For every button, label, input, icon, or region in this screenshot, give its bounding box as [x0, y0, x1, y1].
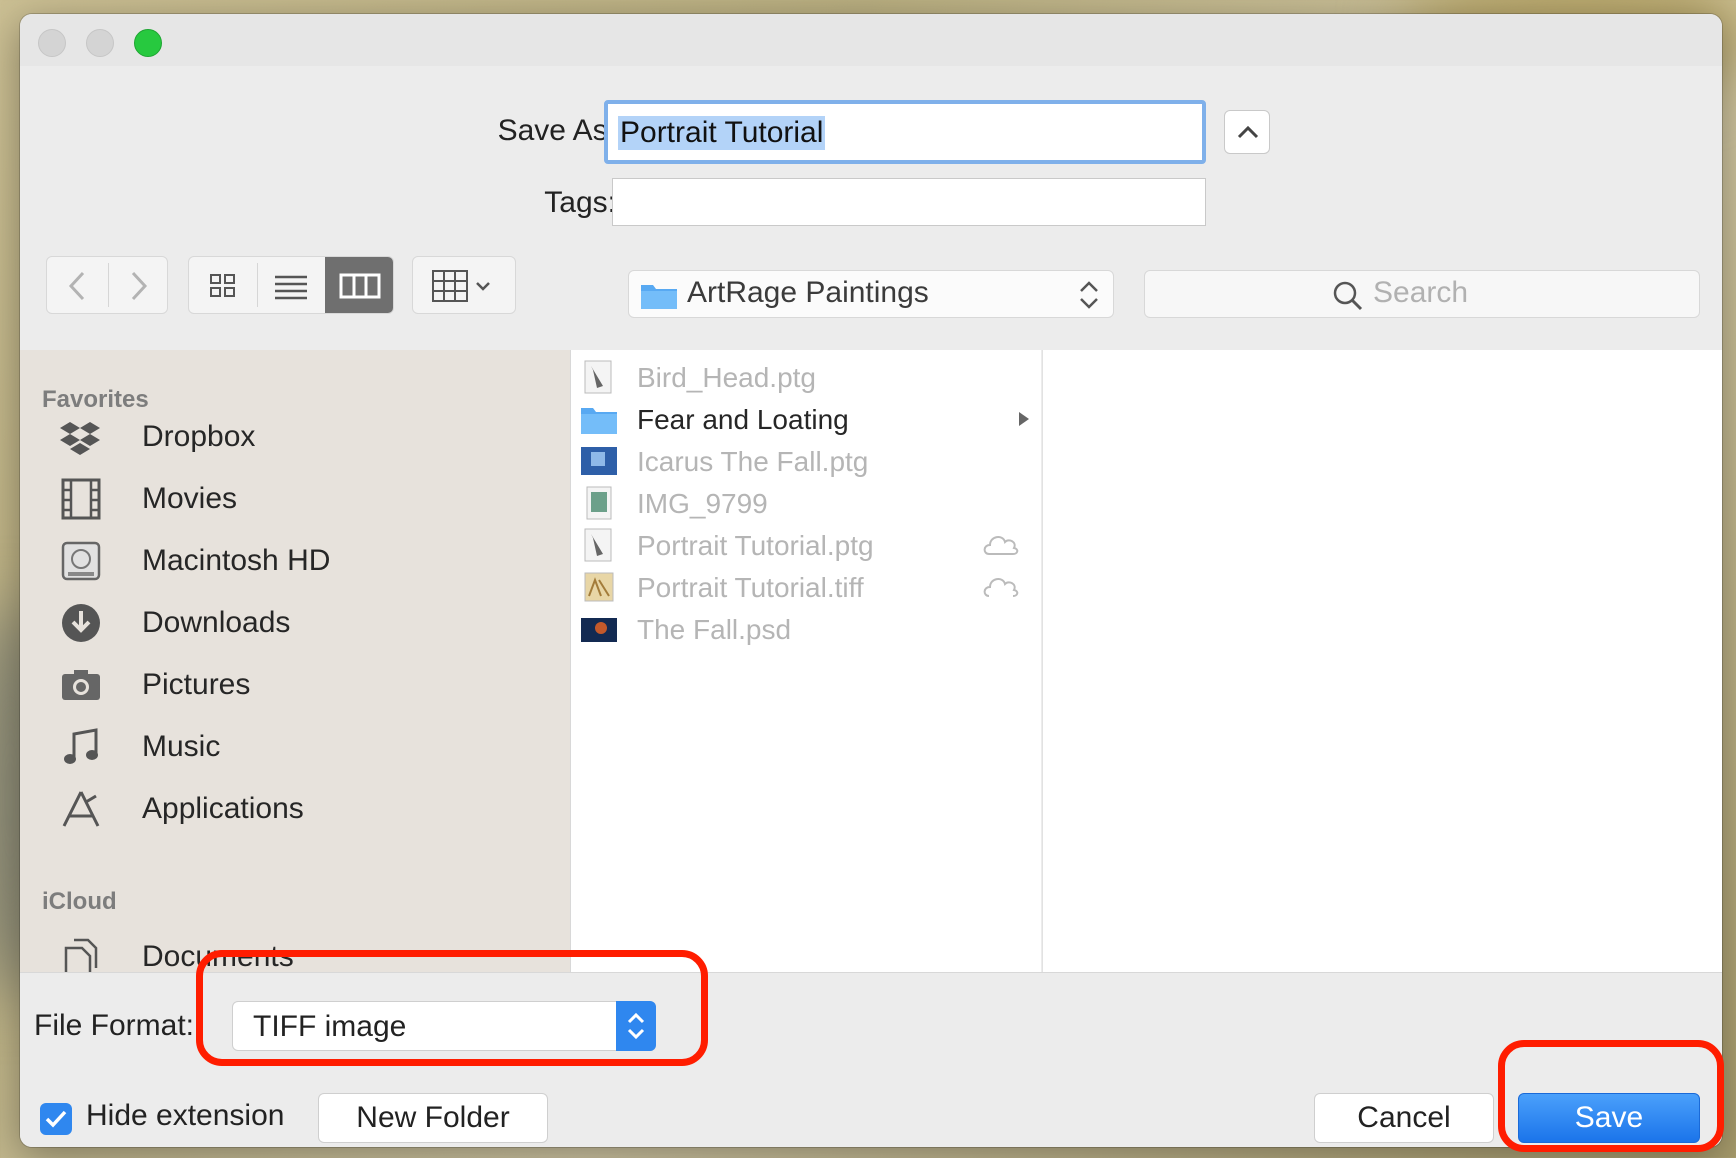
search-field[interactable]: Search [1144, 270, 1700, 318]
file-row-portrait-tutorial-tiff[interactable]: Portrait Tutorial.tiff [581, 566, 1031, 608]
tags-label: Tags: [544, 186, 616, 219]
icon-view-icon [210, 274, 235, 297]
icloud-heading: iCloud [42, 888, 117, 915]
chevron-right-icon [131, 271, 148, 301]
chevron-up-icon [1237, 125, 1259, 139]
sidebar-item-applications[interactable]: Applications [60, 784, 540, 834]
ptg-file-icon [584, 528, 612, 562]
download-icon [62, 604, 100, 642]
file-name: Portrait Tutorial.ptg [637, 530, 874, 561]
sidebar: Favorites Dropbox Movies Macintosh HD Do… [20, 350, 571, 978]
view-mode-control [188, 256, 394, 314]
file-format-label: File Format: [34, 1009, 195, 1042]
column-view-button[interactable] [325, 257, 393, 313]
applications-icon [62, 791, 100, 827]
forward-button[interactable] [108, 257, 169, 313]
file-row-icarus[interactable]: Icarus The Fall.ptg [581, 440, 1031, 482]
folder-icon [581, 408, 617, 434]
image-file-icon [586, 486, 612, 520]
format-highlight-box [196, 950, 708, 1066]
zoom-window-button[interactable] [134, 29, 162, 57]
folder-icon [641, 285, 677, 309]
film-icon [61, 478, 101, 520]
psd-thumbnail-icon [581, 618, 617, 642]
sidebar-item-music[interactable]: Music [60, 722, 540, 772]
cancel-button[interactable]: Cancel [1314, 1093, 1494, 1143]
group-by-button[interactable] [412, 256, 516, 314]
list-view-button[interactable] [257, 257, 325, 313]
file-row-img-9799[interactable]: IMG_9799 [581, 482, 1031, 524]
music-note-icon [64, 728, 98, 764]
sidebar-item-label: Macintosh HD [142, 544, 331, 577]
file-name: Bird_Head.ptg [637, 362, 817, 393]
minimize-window-button[interactable] [86, 29, 114, 57]
sidebar-item-macintosh-hd[interactable]: Macintosh HD [60, 536, 540, 586]
sidebar-item-label: Applications [142, 792, 304, 825]
file-name: IMG_9799 [637, 488, 768, 519]
close-window-button[interactable] [38, 29, 66, 57]
icon-view-button[interactable] [189, 257, 257, 313]
search-placeholder: Search [1373, 276, 1469, 309]
chevron-left-icon [68, 271, 85, 301]
cloud-icon [983, 578, 1019, 597]
tiff-file-icon [584, 572, 614, 602]
disclosure-arrow-icon [1019, 412, 1029, 426]
preview-column [1042, 350, 1722, 972]
location-popup[interactable]: ArtRage Paintings [628, 270, 1114, 318]
nav-buttons [46, 256, 168, 314]
file-row-fear-and-loating[interactable]: Fear and Loating [581, 398, 1031, 440]
sidebar-item-movies[interactable]: Movies [60, 474, 540, 524]
sidebar-item-label: Downloads [142, 606, 291, 639]
gallery-view-icon [432, 270, 490, 302]
sidebar-item-pictures[interactable]: Pictures [60, 660, 540, 710]
expand-dialog-button[interactable] [1224, 110, 1270, 154]
hide-extension-checkbox[interactable] [40, 1103, 72, 1135]
back-button[interactable] [47, 257, 108, 313]
checkmark-icon [45, 1110, 67, 1128]
new-folder-button[interactable]: New Folder [318, 1093, 548, 1143]
ptg-file-icon [584, 360, 612, 394]
sidebar-item-dropbox[interactable]: Dropbox [60, 412, 540, 462]
sidebar-item-downloads[interactable]: Downloads [60, 598, 540, 648]
file-name: Icarus The Fall.ptg [637, 446, 869, 477]
cloud-icon [983, 536, 1019, 555]
list-view-icon [275, 275, 307, 300]
dropbox-icon [60, 422, 100, 455]
sidebar-item-label: Music [142, 730, 221, 763]
save-highlight-box [1498, 1040, 1724, 1152]
sidebar-item-label: Pictures [142, 668, 251, 701]
image-thumbnail-icon [581, 447, 617, 475]
file-row-portrait-tutorial-ptg[interactable]: Portrait Tutorial.ptg [581, 524, 1031, 566]
file-name: Portrait Tutorial.tiff [637, 572, 864, 603]
file-row-the-fall-psd[interactable]: The Fall.psd [581, 608, 1031, 650]
sidebar-item-label: Dropbox [142, 420, 256, 453]
save-as-value: Portrait Tutorial [618, 116, 826, 150]
file-row-bird-head[interactable]: Bird_Head.ptg [581, 356, 1031, 398]
title-bar [20, 14, 1722, 66]
search-icon [1333, 281, 1363, 311]
sidebar-item-label: Movies [142, 482, 238, 515]
hard-drive-icon [61, 541, 101, 581]
file-name: Fear and Loating [637, 404, 849, 435]
column-view-icon [339, 273, 381, 299]
hide-extension-label: Hide extension [86, 1099, 285, 1132]
camera-icon [62, 670, 100, 700]
file-name: The Fall.psd [637, 614, 792, 645]
tags-field[interactable] [612, 178, 1206, 226]
save-as-field[interactable]: Portrait Tutorial [604, 100, 1206, 164]
save-as-label: Save As: [497, 114, 616, 147]
location-label: ArtRage Paintings [687, 276, 929, 309]
up-down-arrows-icon [1080, 281, 1098, 309]
file-column: Bird_Head.ptg Fear and Loating Icarus Th… [571, 350, 1041, 972]
favorites-heading: Favorites [42, 386, 149, 413]
